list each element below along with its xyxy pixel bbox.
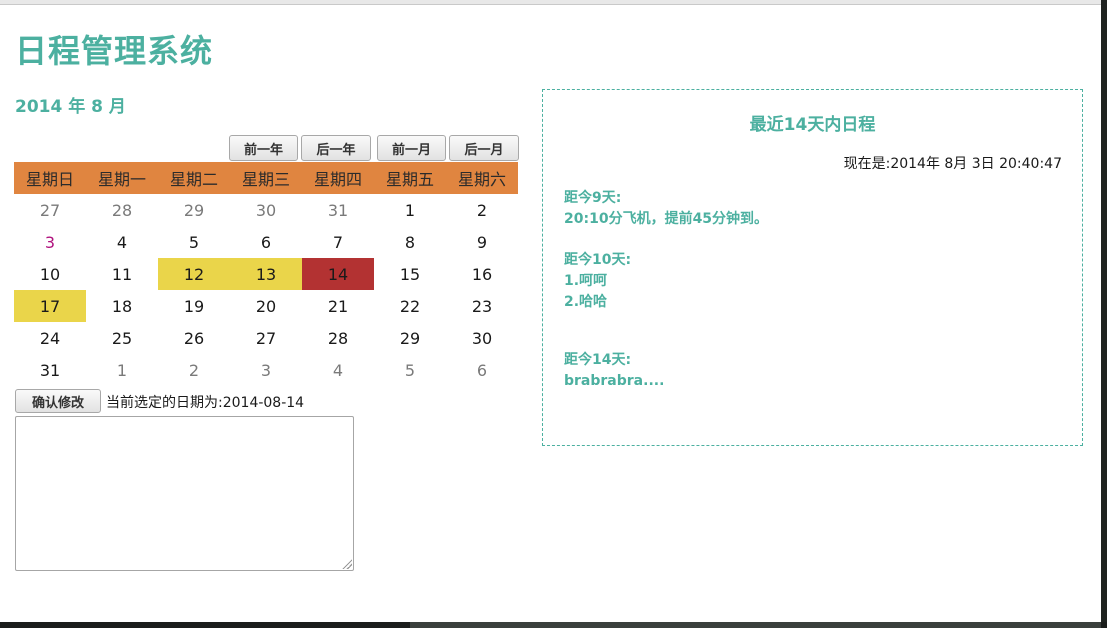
calendar-day-cell[interactable]: 1 (374, 194, 446, 226)
calendar-day-cell[interactable]: 13 (230, 258, 302, 290)
calendar-day-cell[interactable]: 9 (446, 226, 518, 258)
calendar-day-cell[interactable]: 29 (158, 194, 230, 226)
current-time-label: 现在是:2014年 8月 3日 20:40:47 (843, 156, 1062, 172)
calendar-grid: 星期日 星期一 星期二 星期三 星期四 星期五 星期六 27 28 29 30 31 1 2… (14, 162, 518, 386)
calendar-week-row: 17 18 19 20 21 22 23 (14, 290, 518, 322)
calendar-day-cell[interactable]: 6 (446, 354, 518, 386)
calendar-day-cell[interactable]: 2 (158, 354, 230, 386)
entry-line: 2.哈哈 (564, 294, 608, 310)
calendar-day-cell[interactable]: 4 (302, 354, 374, 386)
calendar-day-cell[interactable]: 3 (14, 226, 86, 258)
calendar-day-cell[interactable]: 4 (86, 226, 158, 258)
entry-line: brabrabra.... (564, 373, 665, 389)
calendar-day-cell[interactable]: 7 (302, 226, 374, 258)
weekday-mon: 星期一 (86, 162, 158, 194)
calendar-day-cell[interactable]: 23 (446, 290, 518, 322)
calendar-day-cell[interactable]: 1 (86, 354, 158, 386)
confirm-edit-button[interactable]: 确认修改 (15, 389, 101, 413)
next-month-button[interactable]: 后一月 (449, 135, 519, 161)
calendar-day-cell[interactable]: 10 (14, 258, 86, 290)
weekday-sun: 星期日 (14, 162, 86, 194)
calendar-day-cell[interactable]: 31 (14, 354, 86, 386)
calendar-day-cell[interactable]: 16 (446, 258, 518, 290)
schedule-entry: 距今9天: 20:10分飞机，提前45分钟到。 (564, 188, 768, 230)
calendar-week-row: 10 11 12 13 14 15 16 (14, 258, 518, 290)
prev-month-button[interactable]: 前一月 (377, 135, 446, 161)
background-window-edge (1101, 0, 1107, 628)
weekday-header-row: 星期日 星期一 星期二 星期三 星期四 星期五 星期六 (14, 162, 518, 194)
window-titlebar (0, 0, 1101, 5)
calendar-day-cell[interactable]: 11 (86, 258, 158, 290)
weekday-tue: 星期二 (158, 162, 230, 194)
calendar-day-cell[interactable]: 21 (302, 290, 374, 322)
recent-schedule-panel: 最近14天内日程 现在是:2014年 8月 3日 20:40:47 距今9天: … (542, 89, 1083, 446)
calendar-day-cell[interactable]: 27 (14, 194, 86, 226)
calendar-week-row: 27 28 29 30 31 1 2 (14, 194, 518, 226)
calendar-day-cell[interactable]: 15 (374, 258, 446, 290)
entry-heading: 距今9天: (564, 190, 622, 206)
calendar-day-cell[interactable]: 3 (230, 354, 302, 386)
weekday-thu: 星期四 (302, 162, 374, 194)
calendar-week-row: 24 25 26 27 28 29 30 (14, 322, 518, 354)
entry-line: 20:10分飞机，提前45分钟到。 (564, 211, 769, 227)
calendar-day-cell[interactable]: 29 (374, 322, 446, 354)
calendar-day-cell[interactable]: 20 (230, 290, 302, 322)
entry-heading: 距今14天: (564, 352, 632, 368)
calendar-day-cell[interactable]: 5 (158, 226, 230, 258)
calendar-day-cell[interactable]: 14 (302, 258, 374, 290)
calendar-day-cell[interactable]: 30 (446, 322, 518, 354)
prev-year-button[interactable]: 前一年 (229, 135, 298, 161)
entry-heading: 距今10天: (564, 252, 632, 268)
month-title: 2014 年 8 月 (15, 97, 126, 117)
calendar-day-cell[interactable]: 25 (86, 322, 158, 354)
calendar-day-cell[interactable]: 27 (230, 322, 302, 354)
calendar-day-cell[interactable]: 19 (158, 290, 230, 322)
panel-title: 最近14天内日程 (749, 115, 876, 135)
calendar-body: 27 28 29 30 31 1 2 3 4 5 6 7 8 9 10 11 12 13 14 15 16 17 18 19 2… (14, 194, 518, 386)
calendar-week-row: 3456789 (14, 226, 518, 258)
schedule-note-textarea[interactable] (15, 416, 354, 571)
entry-line: 1.呵呵 (564, 273, 608, 289)
calendar-day-cell[interactable]: 8 (374, 226, 446, 258)
selected-date-label: 当前选定的日期为:2014-08-14 (106, 395, 305, 411)
calendar-day-cell[interactable]: 26 (158, 322, 230, 354)
app-title: 日程管理系统 (15, 32, 214, 70)
calendar-day-cell[interactable]: 5 (374, 354, 446, 386)
weekday-fri: 星期五 (374, 162, 446, 194)
calendar-day-cell[interactable]: 12 (158, 258, 230, 290)
calendar-day-cell[interactable]: 17 (14, 290, 86, 322)
weekday-wed: 星期三 (230, 162, 302, 194)
resize-grip-icon[interactable] (341, 558, 352, 569)
calendar-day-cell[interactable]: 24 (14, 322, 86, 354)
calendar-day-cell[interactable]: 30 (230, 194, 302, 226)
calendar-day-cell[interactable]: 22 (374, 290, 446, 322)
calendar-day-cell[interactable]: 28 (86, 194, 158, 226)
calendar-week-row: 31 1 2 3 4 5 6 (14, 354, 518, 386)
schedule-entry: 距今10天: 1.呵呵 2.哈哈 (564, 250, 631, 313)
calendar-day-cell[interactable]: 2 (446, 194, 518, 226)
next-year-button[interactable]: 后一年 (301, 135, 371, 161)
schedule-entry: 距今14天: brabrabra.... (564, 350, 664, 392)
calendar-day-cell[interactable]: 18 (86, 290, 158, 322)
calendar-day-cell[interactable]: 31 (302, 194, 374, 226)
background-window-peek (410, 622, 1101, 628)
calendar-day-cell[interactable]: 6 (230, 226, 302, 258)
weekday-sat: 星期六 (446, 162, 518, 194)
calendar-day-cell[interactable]: 28 (302, 322, 374, 354)
app-window: 日程管理系统 2014 年 8 月 前一年 后一年 前一月 后一月 星期日 星期… (0, 0, 1101, 622)
